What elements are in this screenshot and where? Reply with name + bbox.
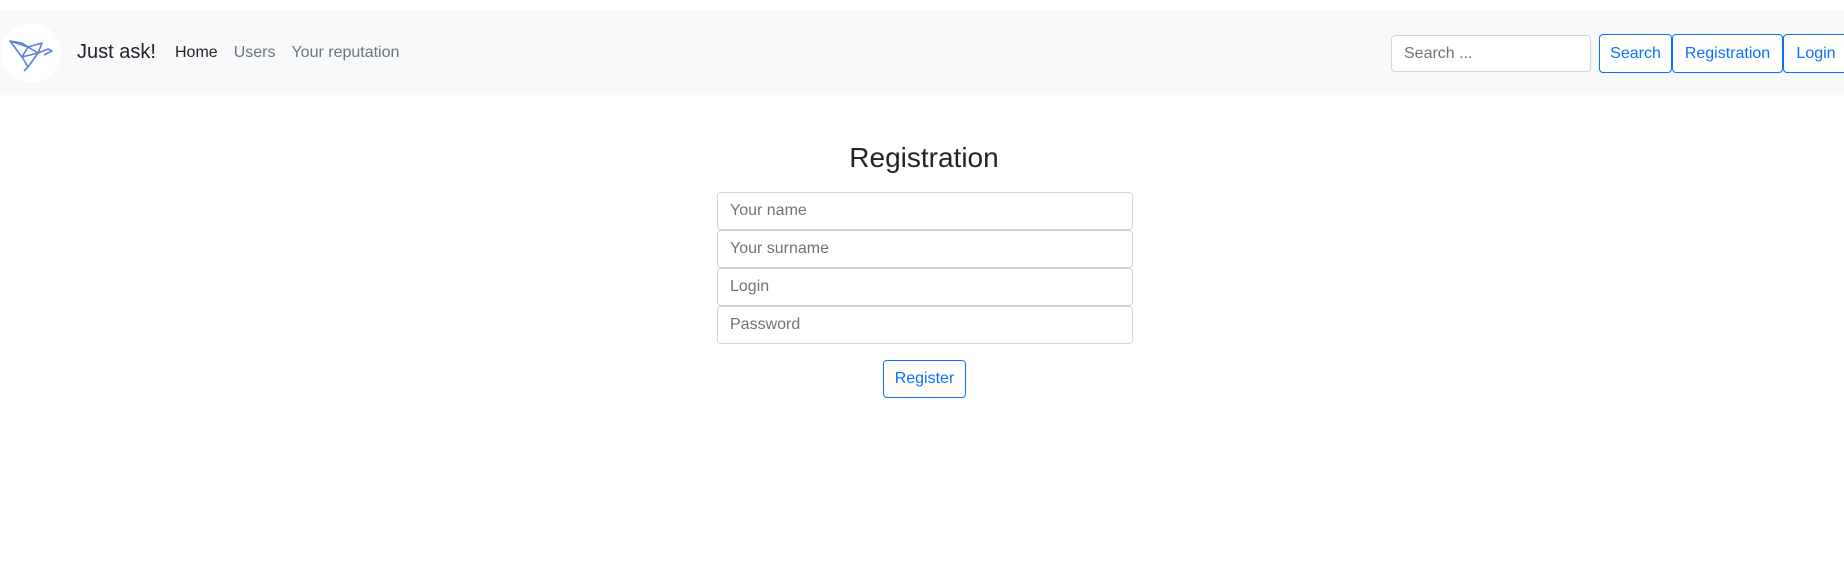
name-field[interactable] [717, 192, 1133, 230]
brand-link[interactable]: Just ask! [77, 41, 156, 64]
page-title: Registration [849, 142, 999, 173]
nav-link-home[interactable]: Home [175, 44, 218, 62]
login-button[interactable]: Login [1783, 34, 1844, 73]
navbar: Just ask! Home Users Your reputation Sea… [0, 10, 1844, 95]
nav-link-reputation[interactable]: Your reputation [291, 44, 399, 62]
registration-button[interactable]: Registration [1672, 34, 1783, 73]
login-field[interactable] [717, 268, 1133, 306]
register-button[interactable]: Register [883, 360, 966, 398]
nav-link-users[interactable]: Users [234, 44, 276, 62]
search-input[interactable] [1391, 35, 1591, 72]
logo[interactable] [1, 23, 61, 83]
nav-links: Home Users Your reputation [175, 44, 415, 62]
search-button[interactable]: Search [1599, 34, 1672, 73]
paper-bird-logo-icon [9, 40, 53, 72]
password-field[interactable] [717, 306, 1133, 344]
surname-field[interactable] [717, 230, 1133, 268]
